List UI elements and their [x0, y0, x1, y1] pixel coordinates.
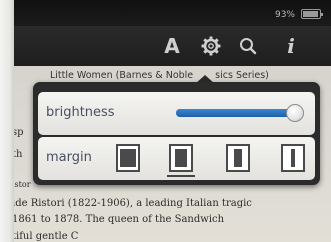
battery-percentage: 93%: [274, 10, 295, 20]
margin-option-medium-text[interactable]: [226, 144, 250, 172]
selected-margin-indicator: [167, 175, 195, 177]
display-settings-popup: brightness margin: [33, 82, 320, 185]
page-text-fragment: th: [14, 149, 23, 160]
margin-row: margin: [38, 137, 315, 180]
battery-icon: [301, 9, 323, 19]
book-title-text: Little Women (Barnes & Noble: [50, 70, 194, 81]
search-button[interactable]: [233, 26, 263, 66]
status-bar: 93%: [14, 0, 331, 26]
info-button[interactable]: i: [276, 26, 306, 66]
font-button[interactable]: A: [157, 26, 187, 66]
brightness-slider-fill: [176, 109, 295, 117]
brightness-row: brightness: [38, 92, 315, 135]
brightness-slider-thumb[interactable]: [286, 104, 304, 122]
book-title-suffix: sics Series): [215, 70, 269, 81]
page-text-line: tiful gentle C: [14, 231, 79, 242]
brightness-label: brightness: [46, 105, 115, 120]
device-bezel: [0, 0, 14, 242]
brightness-slider[interactable]: [176, 104, 304, 122]
reader-toolbar: A i: [14, 26, 331, 66]
margin-option-narrow-text[interactable]: [281, 144, 305, 172]
text-block-icon: [120, 149, 136, 167]
text-block-icon: [291, 149, 295, 167]
search-icon: [240, 38, 257, 55]
page-text-line: ide Ristori (1822-1906), a leading Itali…: [14, 198, 252, 209]
settings-button[interactable]: [196, 26, 226, 66]
margin-option-widest-text[interactable]: [116, 144, 140, 172]
gear-icon: [201, 36, 221, 56]
book-title: Little Women (Barnes & Noble sics Series): [50, 70, 269, 81]
device-screen: 93% A i Little Women (Barnes & Noble sic…: [14, 0, 331, 242]
page-text-line: 1861 to 1878. The queen of the Sandwich: [14, 214, 225, 225]
text-block-icon: [234, 149, 242, 167]
page-text-fragment: istor: [14, 180, 31, 189]
margin-option-wide-text[interactable]: [169, 144, 193, 172]
page-text-fragment: sp: [14, 127, 24, 138]
text-block-icon: [175, 149, 187, 167]
battery-level: [303, 11, 318, 17]
margin-label: margin: [46, 150, 92, 165]
